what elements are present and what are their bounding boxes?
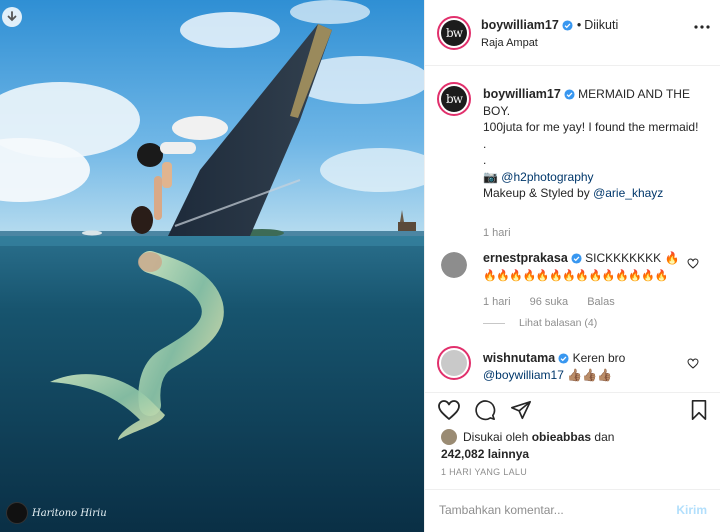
likes-summary: Disukai oleh obieabbas dan 242,082 lainn… [441, 429, 614, 462]
comment-like-heart-icon[interactable] [687, 358, 699, 369]
comment-item: wishnutama Keren bro @boywilliam17 👍🏽👍🏽👍… [425, 342, 720, 392]
liker-avatar[interactable] [441, 429, 457, 445]
commenter-avatar[interactable] [437, 346, 471, 380]
follow-status-button[interactable]: Diikuti [584, 18, 618, 32]
caption-dot-1: . [483, 136, 487, 151]
verified-badge-icon [564, 89, 575, 100]
comment-body-emoji: 🔥🔥🔥🔥🔥🔥🔥🔥🔥🔥🔥🔥🔥🔥 [483, 269, 668, 282]
comment-input[interactable] [439, 500, 659, 520]
author-avatar-image: bw [441, 20, 467, 46]
post-photo[interactable]: Haritono Hiriu [0, 0, 424, 532]
caption-text: boywilliam17 MERMAID AND THE BOY. 100jut… [483, 86, 703, 202]
paper-plane-icon[interactable] [509, 399, 533, 421]
caption-line-2: 100juta for me yay! I found the mermaid! [483, 120, 699, 134]
post-actions: Disukai oleh obieabbas dan 242,082 lainn… [425, 392, 720, 532]
post-timestamp[interactable]: 1 HARI YANG LALU [441, 467, 527, 477]
comment-time[interactable]: 1 hari [483, 296, 511, 308]
comment-meta: 1 hari 96 suka Balas [483, 296, 631, 308]
likes-suffix[interactable]: lainnya [488, 447, 529, 461]
comment-text: ernestprakasa SICKKKKKKK 🔥 🔥🔥🔥🔥🔥🔥🔥🔥🔥🔥🔥🔥🔥… [483, 250, 683, 284]
makeup-credit-prefix: Makeup & Styled by [483, 186, 590, 200]
comment-body-emoji: 👍🏽👍🏽👍🏽 [567, 367, 613, 382]
makeup-artist-mention-link[interactable]: @arie_khayz [593, 186, 663, 200]
liked-by-conj: dan [594, 430, 615, 444]
comment-username[interactable]: ernestprakasa [483, 251, 568, 265]
header-separator: • [576, 18, 582, 32]
verified-badge-icon [562, 20, 573, 31]
comment-mention-link[interactable]: @boywilliam17 [483, 368, 564, 382]
camera-emoji: 📷 [483, 169, 498, 184]
liked-by-user[interactable]: obieabbas [532, 430, 591, 444]
post-comment-button[interactable]: Kirim [676, 503, 707, 517]
view-replies-label: Lihat balasan (4) [519, 317, 598, 329]
comment-reply-button[interactable]: Balas [587, 296, 615, 308]
comment-likes-count[interactable]: 96 suka [530, 296, 569, 308]
commenter-avatar[interactable] [441, 252, 467, 278]
commenter-avatar-image [441, 252, 467, 278]
commenter-avatar-image [441, 350, 467, 376]
caption-meta: 1 hari [483, 227, 527, 239]
caption-username[interactable]: boywilliam17 [483, 87, 561, 101]
download-button[interactable] [2, 7, 22, 27]
download-arrow-icon [7, 11, 17, 22]
author-avatar[interactable]: bw [437, 16, 471, 50]
caption-dot-2: . [483, 153, 487, 167]
mermaid-photo-illustration [0, 0, 424, 532]
comment-body: SICKKKKKKK 🔥 [585, 251, 680, 265]
header-author-line: boywilliam17 • Diikuti [481, 18, 618, 32]
header-username[interactable]: boywilliam17 [481, 18, 559, 32]
liked-by-prefix: Disukai oleh [463, 430, 529, 444]
verified-badge-icon [558, 353, 569, 364]
watermark-text: Haritono Hiriu [32, 507, 107, 519]
comment-text: wishnutama Keren bro @boywilliam17 👍🏽👍🏽👍… [483, 350, 683, 383]
comment-body: Keren bro [572, 351, 626, 365]
photo-watermark: Haritono Hiriu [6, 502, 107, 524]
add-comment-bar: Kirim [425, 489, 720, 532]
post-side-panel: bw boywilliam17 • Diikuti Raja Ampat bw bo… [424, 0, 720, 532]
action-icons-row [437, 399, 533, 421]
photographer-mention-link[interactable]: @h2photography [501, 170, 593, 184]
watermark-logo [6, 502, 28, 524]
view-replies-button[interactable]: Lihat balasan (4) [483, 317, 597, 329]
caption-author-avatar[interactable]: bw [437, 82, 471, 116]
comment-item: ernestprakasa SICKKKKKKK 🔥 🔥🔥🔥🔥🔥🔥🔥🔥🔥🔥🔥🔥🔥… [425, 246, 720, 336]
heart-icon[interactable] [437, 399, 461, 421]
comment-bubble-icon[interactable] [473, 399, 497, 421]
post-header: bw boywilliam17 • Diikuti Raja Ampat [425, 0, 720, 66]
more-dots-icon[interactable] [693, 24, 711, 30]
comments-list[interactable]: bw boywilliam17 MERMAID AND THE BOY. 100… [425, 66, 720, 392]
caption-time[interactable]: 1 hari [483, 227, 511, 239]
bookmark-icon[interactable] [689, 399, 709, 421]
comment-username[interactable]: wishnutama [483, 351, 555, 365]
post-location[interactable]: Raja Ampat [481, 37, 538, 49]
verified-badge-icon [571, 253, 582, 264]
replies-divider [483, 322, 505, 324]
comment-like-heart-icon[interactable] [687, 258, 699, 269]
likes-count[interactable]: 242,082 [441, 447, 484, 461]
caption-avatar-image: bw [441, 86, 467, 112]
